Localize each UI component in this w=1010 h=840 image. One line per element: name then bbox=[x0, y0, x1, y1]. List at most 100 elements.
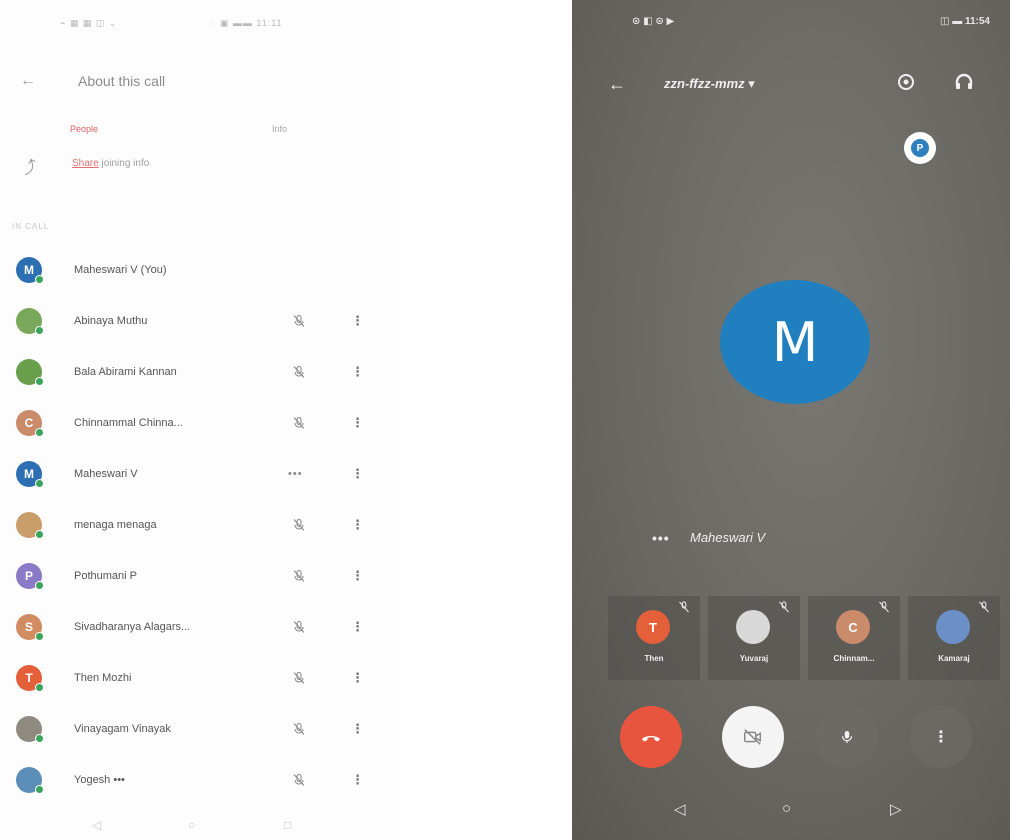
tile-avatar bbox=[736, 610, 770, 644]
audio-output-icon[interactable] bbox=[954, 72, 974, 92]
participant-name: Pothumani P bbox=[74, 570, 137, 582]
participant-name: Vinayagam Vinayak bbox=[74, 723, 171, 735]
microphone-button[interactable] bbox=[816, 706, 878, 768]
more-options-icon[interactable]: ⋮ bbox=[351, 364, 364, 380]
participant-tile[interactable]: Kamaraj bbox=[908, 596, 1000, 680]
main-speaker-avatar: M bbox=[720, 280, 870, 404]
share-joining-info-link[interactable]: Share joining info bbox=[72, 158, 149, 169]
participant-row[interactable]: Abinaya Muthu ⋮ bbox=[0, 299, 400, 343]
participant-name: Then Mozhi bbox=[74, 672, 132, 684]
online-status-dot bbox=[35, 530, 44, 539]
online-status-dot bbox=[35, 377, 44, 386]
share-icon[interactable]: ⤴ bbox=[19, 154, 40, 179]
pinned-initial: P bbox=[911, 139, 929, 157]
avatar: M bbox=[16, 257, 44, 284]
participant-tile[interactable]: C Chinnam... bbox=[808, 596, 900, 680]
camera-off-button[interactable] bbox=[722, 706, 784, 768]
participant-tile[interactable]: Yuvaraj bbox=[708, 596, 800, 680]
online-status-dot bbox=[35, 581, 44, 590]
more-options-icon[interactable]: ⋮ bbox=[351, 670, 364, 686]
mic-off-icon bbox=[292, 569, 306, 583]
more-options-icon[interactable]: ⋮ bbox=[351, 568, 364, 584]
participant-name: Sivadharanya Alagars... bbox=[74, 621, 191, 633]
tab-people[interactable]: People bbox=[70, 124, 98, 134]
mic-off-icon bbox=[292, 620, 306, 634]
participant-row[interactable]: menaga menaga ⋮ bbox=[0, 503, 400, 547]
online-status-dot bbox=[35, 326, 44, 335]
online-status-dot bbox=[35, 275, 44, 284]
avatar: P bbox=[16, 563, 44, 590]
mic-off-icon bbox=[292, 365, 306, 379]
page-title: About this call bbox=[78, 73, 166, 89]
meeting-code[interactable]: zzn-ffzz-mmz ▾ bbox=[664, 76, 755, 92]
call-details-panel: ⌁ ▦ ▦ ◫ ⌄ ◌ ▣ ▬▬ 11:11 ← About this call… bbox=[0, 0, 400, 840]
mic-off-icon bbox=[978, 600, 990, 613]
avatar bbox=[16, 767, 44, 794]
participant-row[interactable]: Yogesh ••• ⋮ bbox=[0, 758, 400, 802]
online-status-dot bbox=[35, 428, 44, 437]
avatar bbox=[16, 308, 44, 335]
participant-row[interactable]: M Maheswari V (You) bbox=[0, 248, 400, 292]
nav-back-icon[interactable]: ◁ bbox=[674, 800, 686, 818]
speaker-name: Maheswari V bbox=[690, 530, 766, 545]
call-screen: ⊙ ◧ ⊙ ▶ ◫ ▬ 11:54 ← zzn-ffzz-mmz ▾ P M •… bbox=[572, 0, 1010, 840]
avatar bbox=[16, 716, 44, 743]
tab-info[interactable]: Info bbox=[272, 124, 287, 134]
microphone-icon bbox=[841, 731, 853, 743]
participant-row[interactable]: Vinayagam Vinayak ⋮ bbox=[0, 707, 400, 751]
camera-switch-icon[interactable] bbox=[896, 72, 916, 92]
participant-tile[interactable]: T Then bbox=[608, 596, 700, 680]
nav-back-icon[interactable]: ◁ bbox=[92, 818, 101, 832]
phone-status-bar: ⊙ ◧ ⊙ ▶ ◫ ▬ 11:54 bbox=[632, 16, 990, 27]
status-icons-right: ◌ ▣ ▬▬ 11:11 bbox=[210, 18, 283, 28]
online-status-dot bbox=[35, 479, 44, 488]
more-options-icon[interactable]: ⋮ bbox=[351, 772, 364, 788]
tile-name: Kamaraj bbox=[938, 654, 970, 663]
share-highlight: Share bbox=[72, 158, 99, 169]
share-text: joining info bbox=[98, 158, 150, 169]
nav-home-icon[interactable]: ○ bbox=[782, 800, 791, 817]
nav-recent-icon[interactable]: ▷ bbox=[890, 800, 902, 818]
tile-name: Yuvaraj bbox=[739, 654, 769, 663]
online-status-dot bbox=[35, 632, 44, 641]
participant-tiles: T Then Yuvaraj C Chinnam... Kamaraj bbox=[608, 596, 1010, 680]
mic-off-icon bbox=[292, 671, 306, 685]
tile-name: Then bbox=[644, 654, 664, 663]
online-status-dot bbox=[35, 785, 44, 794]
more-options-icon[interactable]: ⋮ bbox=[351, 619, 364, 635]
participant-name: Abinaya Muthu bbox=[74, 315, 148, 327]
tile-avatar: C bbox=[836, 610, 870, 644]
more-options-icon[interactable]: ⋮ bbox=[351, 415, 364, 431]
tile-name: Chinnam... bbox=[833, 654, 875, 663]
participant-name: Bala Abirami Kannan bbox=[74, 366, 177, 378]
more-options-icon[interactable]: ⋮ bbox=[351, 721, 364, 737]
more-options-icon[interactable]: ⋮ bbox=[351, 313, 364, 329]
participant-row[interactable]: C Chinnammal Chinna... ⋮ bbox=[0, 401, 400, 445]
participant-row[interactable]: S Sivadharanya Alagars... ⋮ bbox=[0, 605, 400, 649]
more-options-icon[interactable]: ⋮ bbox=[351, 466, 364, 482]
pinned-participant-avatar[interactable]: P bbox=[904, 132, 936, 164]
more-options-icon[interactable]: ⋮ bbox=[351, 517, 364, 533]
back-arrow-icon[interactable]: ← bbox=[608, 74, 626, 95]
nav-home-icon[interactable]: ○ bbox=[188, 818, 195, 832]
tile-avatar: T bbox=[636, 610, 670, 644]
more-options-button[interactable]: ⋮ bbox=[910, 706, 972, 768]
status-icons-left: ⌁ ▦ ▦ ◫ ⌄ bbox=[60, 18, 118, 28]
mic-off-icon bbox=[292, 314, 306, 328]
participant-row[interactable]: M Maheswari V ••• ⋮ bbox=[0, 452, 400, 496]
phone-status-right: ◫ ▬ 11:54 bbox=[939, 16, 990, 27]
online-status-dot bbox=[35, 734, 44, 743]
avatar: M bbox=[16, 461, 44, 488]
avatar: S bbox=[16, 614, 44, 641]
nav-recent-icon[interactable]: □ bbox=[284, 818, 291, 832]
participant-name: menaga menaga bbox=[74, 519, 157, 531]
speaking-indicator: ••• bbox=[652, 530, 670, 546]
participant-row[interactable]: T Then Mozhi ⋮ bbox=[0, 656, 400, 700]
mic-off-icon bbox=[292, 773, 306, 787]
back-arrow-icon[interactable]: ← bbox=[20, 72, 36, 90]
mic-off-icon bbox=[878, 600, 890, 613]
end-call-button[interactable] bbox=[620, 706, 682, 768]
participant-row[interactable]: Bala Abirami Kannan ⋮ bbox=[0, 350, 400, 394]
speaking-indicator: ••• bbox=[288, 468, 303, 480]
participant-row[interactable]: P Pothumani P ⋮ bbox=[0, 554, 400, 598]
